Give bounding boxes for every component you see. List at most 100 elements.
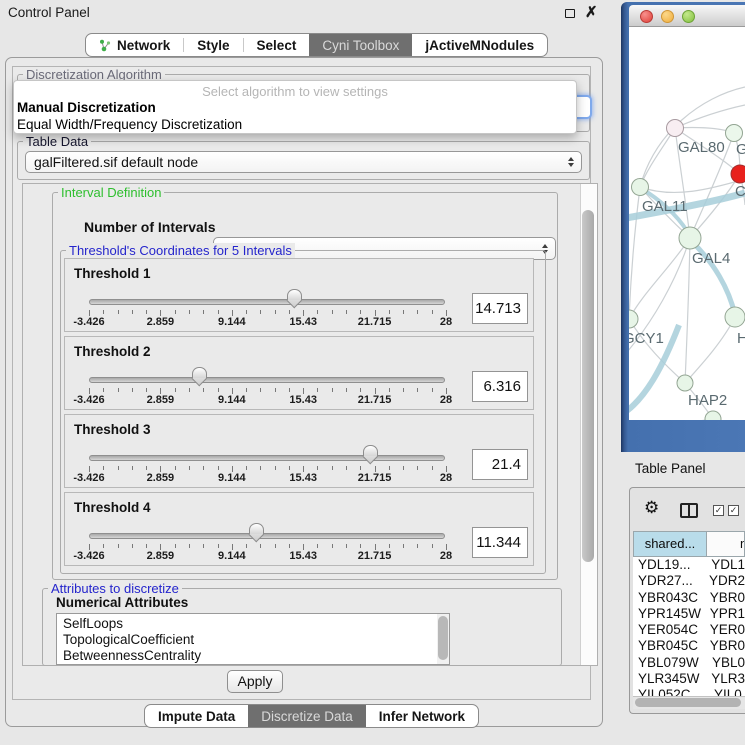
slider-scale-label: 21.715 xyxy=(358,472,392,484)
horizontal-scrollbar-thumb[interactable] xyxy=(635,698,741,707)
tab-style[interactable]: Style xyxy=(184,34,242,56)
slider-scale-label: 9.144 xyxy=(218,550,246,562)
table-data-label: Table Data xyxy=(23,134,91,149)
threshold-value-input[interactable]: 6.316 xyxy=(472,371,528,402)
slider-scale-label: 2.859 xyxy=(147,316,175,328)
tab-label: Cyni Toolbox xyxy=(322,38,399,53)
table-row[interactable]: YER054CYER0 xyxy=(633,622,745,638)
cell-name: YLR3 xyxy=(704,671,745,687)
network-node-gal4[interactable] xyxy=(679,227,701,249)
network-node-h[interactable] xyxy=(725,307,745,327)
column-header-na[interactable]: na xyxy=(707,531,745,557)
threshold-label: Threshold 3 xyxy=(74,422,151,437)
node-label: GAL4 xyxy=(692,250,730,267)
tab-discretize-data[interactable]: Discretize Data xyxy=(248,705,366,727)
slider-thumb[interactable] xyxy=(287,289,302,307)
table-data-combobox[interactable]: galFiltered.sif default node xyxy=(25,151,582,173)
network-edge xyxy=(629,187,640,319)
slider-tick-labels: -3.4262.8599.14415.4321.71528 xyxy=(89,394,446,407)
tab-infer-network[interactable]: Infer Network xyxy=(366,705,478,727)
tab-label: jActiveMNodules xyxy=(425,38,534,53)
threshold-value-input[interactable]: 11.344 xyxy=(472,527,528,558)
close-icon[interactable]: ✗ xyxy=(585,3,598,21)
apply-button[interactable]: Apply xyxy=(227,670,283,693)
network-node[interactable] xyxy=(705,411,721,420)
network-node-hap2[interactable] xyxy=(677,375,693,391)
tab-impute-data[interactable]: Impute Data xyxy=(145,705,248,727)
slider-scale-label: 28 xyxy=(440,316,452,328)
network-edge xyxy=(640,128,675,187)
threshold-value-input[interactable]: 14.713 xyxy=(472,293,528,324)
numerical-attributes-heading: Numerical Attributes xyxy=(56,595,188,610)
table-row[interactable]: YBR043CYBR0 xyxy=(633,590,745,606)
network-node-c[interactable] xyxy=(731,165,745,183)
slider-thumb[interactable] xyxy=(249,523,264,541)
node-label: GAL80 xyxy=(678,139,725,156)
slider-thumb[interactable] xyxy=(192,367,207,385)
slider-track[interactable] xyxy=(89,533,445,539)
table-panel-title: Table Panel xyxy=(635,461,706,476)
slider-thumb[interactable] xyxy=(363,445,378,463)
node-label: HAP2 xyxy=(688,392,727,409)
threshold-label: Threshold 2 xyxy=(74,344,151,359)
slider-track[interactable] xyxy=(89,377,445,383)
network-node-gal11[interactable] xyxy=(632,179,649,196)
table-data-combobox-value: galFiltered.sif default node xyxy=(34,154,198,170)
slider-scale-label: 28 xyxy=(440,394,452,406)
cell-name: YBR0 xyxy=(703,638,745,654)
slider-scale-label: 2.859 xyxy=(147,550,175,562)
cell-shared-name: YPR145W xyxy=(633,606,703,622)
cell-name: YBL0 xyxy=(705,655,745,671)
mac-minimize-icon[interactable] xyxy=(661,10,674,23)
table-row[interactable]: YPR145WYPR1 xyxy=(633,606,745,622)
cell-shared-name: YBL079W xyxy=(633,655,705,671)
tab-jactivemnodules[interactable]: jActiveMNodules xyxy=(412,34,547,56)
app-window: Control Panel ✗ NetworkStyleSelect Cyni T… xyxy=(0,0,745,745)
column-layout-icon[interactable] xyxy=(680,503,698,518)
tab-select[interactable]: Select xyxy=(244,34,310,56)
slider-track[interactable] xyxy=(89,455,445,461)
slider-scale-label: 21.715 xyxy=(358,394,392,406)
table-row[interactable]: YBL079WYBL0 xyxy=(633,655,745,671)
tab-cyni-toolbox[interactable]: Cyni Toolbox xyxy=(309,34,412,56)
tab-network[interactable]: Network xyxy=(86,34,183,56)
numerical-attributes-list[interactable]: SelfLoopsTopologicalCoefficientBetweenne… xyxy=(56,613,450,665)
network-edge xyxy=(629,419,713,420)
slider-scale-label: 15.43 xyxy=(289,550,317,562)
slider-scale-label: 28 xyxy=(440,550,452,562)
node-label: GAL11 xyxy=(642,198,688,215)
network-node-gal80[interactable] xyxy=(667,120,684,137)
checkbox-icon[interactable]: ✓ xyxy=(713,505,724,516)
list-scrollbar-thumb[interactable] xyxy=(438,616,448,660)
network-node-ga[interactable] xyxy=(726,125,743,142)
table-row[interactable]: YDL19...YDL1 xyxy=(633,557,745,573)
column-header-shared[interactable]: shared... xyxy=(633,531,707,557)
cell-shared-name: YDL19... xyxy=(633,557,704,573)
algorithm-option-equal-width[interactable]: Equal Width/Frequency Discretization xyxy=(14,116,576,133)
network-edge xyxy=(685,238,690,383)
table-row[interactable]: YBR045CYBR0 xyxy=(633,638,745,654)
node-label: GA xyxy=(736,141,745,158)
mac-zoom-icon[interactable] xyxy=(682,10,695,23)
float-window-icon[interactable] xyxy=(565,9,575,18)
gear-icon[interactable]: ⚙ xyxy=(644,498,659,518)
table-row[interactable]: YLR345WYLR3 xyxy=(633,671,745,687)
table-row[interactable]: YDR27...YDR2 xyxy=(633,573,745,589)
cell-shared-name: YBR043C xyxy=(633,590,703,606)
network-window-titlebar[interactable] xyxy=(629,5,745,27)
slider-scale-label: 21.715 xyxy=(358,550,392,562)
threshold-value-input[interactable]: 21.4 xyxy=(472,449,528,480)
mac-close-icon[interactable] xyxy=(640,10,653,23)
attribute-item-betweennesscentrality[interactable]: BetweennessCentrality xyxy=(63,648,435,664)
slider-scale-label: 15.43 xyxy=(289,316,317,328)
network-node-gcy1[interactable] xyxy=(629,310,638,328)
network-canvas[interactable]: GAL80GACGAL11GAL4GCY1HHAP2 xyxy=(629,27,745,420)
vertical-scrollbar-thumb[interactable] xyxy=(582,210,594,562)
checkbox-icon[interactable]: ✓ xyxy=(728,505,739,516)
attribute-item-topologicalcoefficient[interactable]: TopologicalCoefficient xyxy=(63,632,435,648)
panel-title: Control Panel xyxy=(8,5,90,20)
attribute-item-selfloops[interactable]: SelfLoops xyxy=(63,616,435,632)
slider-track[interactable] xyxy=(89,299,445,305)
algorithm-option-manual[interactable]: Manual Discretization xyxy=(14,99,576,116)
threshold-row: Threshold 4 -3.4262.8599.14415.4321.7152… xyxy=(64,492,534,566)
